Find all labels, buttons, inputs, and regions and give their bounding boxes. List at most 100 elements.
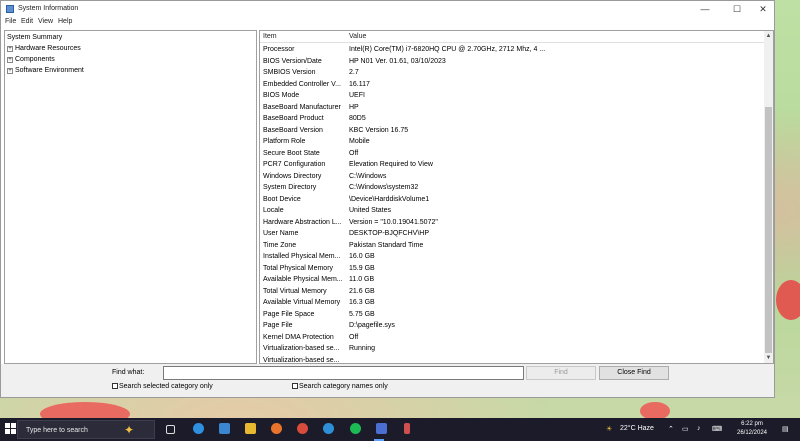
row-value: Pakistan Standard Time — [349, 241, 424, 249]
tree-item-hardware-resources[interactable]: + Hardware Resources — [7, 43, 81, 54]
close-button[interactable]: ✕ — [749, 3, 777, 15]
list-row[interactable]: Available Virtual Memory 16.3 GB — [260, 297, 765, 309]
search-highlight-icon[interactable]: ✦ — [124, 423, 134, 437]
file-explorer-icon[interactable] — [245, 423, 256, 434]
row-item: Hardware Abstraction L... — [263, 218, 342, 226]
tree-item-label: System Summary — [7, 34, 63, 41]
column-header-item[interactable]: Item — [263, 33, 277, 40]
vertical-scrollbar[interactable]: ▲ ▼ — [764, 31, 773, 363]
taskbar-search-box[interactable]: Type here to search ✦ — [17, 420, 155, 439]
tree-item-label: Software Environment — [15, 67, 84, 74]
system-information-taskbar-icon[interactable] — [376, 423, 387, 434]
row-item: Embedded Controller V... — [263, 80, 341, 88]
checkbox-box[interactable] — [112, 383, 118, 389]
row-item: Total Physical Memory — [263, 264, 334, 272]
scroll-up-icon[interactable]: ▲ — [764, 31, 773, 41]
maximize-button[interactable]: ☐ — [723, 3, 751, 15]
list-row[interactable]: Windows Directory C:\Windows — [260, 171, 765, 183]
row-value: \Device\HarddiskVolume1 — [349, 195, 430, 203]
scrollbar-thumb[interactable] — [765, 107, 772, 353]
list-row[interactable]: Available Physical Mem... 11.0 GB — [260, 274, 765, 286]
tree-item-system-summary[interactable]: System Summary — [7, 32, 62, 43]
list-row[interactable]: Locale United States — [260, 205, 765, 217]
list-row[interactable]: Time Zone Pakistan Standard Time — [260, 240, 765, 252]
list-row[interactable]: Page File Space 5.75 GB — [260, 309, 765, 321]
checkbox-box[interactable] — [292, 383, 298, 389]
expand-icon[interactable]: + — [7, 68, 13, 74]
list-row[interactable]: Embedded Controller V... 16.117 — [260, 79, 765, 91]
row-value: United States — [349, 207, 392, 214]
notifications-icon[interactable]: ▤ — [782, 425, 789, 433]
list-row[interactable]: Total Virtual Memory 21.6 GB — [260, 286, 765, 298]
list-row[interactable]: BIOS Version/Date HP N01 Ver. 01.61, 03/1… — [260, 56, 765, 68]
pinned-app-icon[interactable] — [404, 423, 410, 434]
category-tree[interactable]: System Summary + Hardware Resources + Comp… — [4, 30, 257, 364]
firefox-icon[interactable] — [271, 423, 282, 434]
menu-file[interactable]: File — [5, 18, 16, 25]
network-icon[interactable]: ▭ — [682, 425, 689, 433]
list-row[interactable]: System Directory C:\Windows\system32 — [260, 182, 765, 194]
list-row[interactable]: Virtualization-based se... — [260, 355, 765, 364]
expand-icon[interactable]: + — [7, 46, 13, 52]
taskbar-clock[interactable]: 6:22 pm 26/12/2024 — [732, 420, 772, 438]
close-find-button[interactable]: Close Find — [599, 366, 669, 380]
system-information-window: System Information — ☐ ✕ File Edit View … — [0, 0, 775, 398]
checkbox-label: Search selected category only — [119, 383, 213, 390]
row-value: C:\Windows — [349, 172, 387, 180]
list-row[interactable]: Secure Boot State Off — [260, 148, 765, 160]
edge-icon[interactable] — [193, 423, 204, 434]
mail-icon[interactable] — [219, 423, 230, 434]
weather-icon[interactable]: ☀ — [606, 425, 612, 433]
language-icon[interactable]: ⌨ — [712, 425, 722, 433]
store-icon[interactable] — [323, 423, 334, 434]
list-row[interactable]: User Name DESKTOP-BJQFCHV\HP — [260, 228, 765, 240]
tree-item-label: Components — [15, 56, 55, 63]
menu-help[interactable]: Help — [58, 18, 72, 25]
list-row[interactable]: Hardware Abstraction L... Version = "10.0… — [260, 217, 765, 229]
list-row[interactable]: Installed Physical Mem... 16.0 GB — [260, 251, 765, 263]
volume-icon[interactable]: ♪ — [697, 425, 701, 432]
minimize-button[interactable]: — — [691, 3, 719, 15]
list-row[interactable]: Total Physical Memory 15.9 GB — [260, 263, 765, 275]
list-row[interactable]: BaseBoard Version KBC Version 16.75 — [260, 125, 765, 137]
row-value: UEFI — [349, 92, 365, 99]
windows-start-icon[interactable] — [5, 423, 17, 435]
list-row[interactable]: Processor Intel(R) Core(TM) i7-6820HQ CPU… — [260, 44, 765, 56]
find-bar: Find what: Find Close Find Search select… — [1, 364, 774, 397]
list-row[interactable]: Boot Device \Device\HarddiskVolume1 — [260, 194, 765, 206]
row-item: Platform Role — [263, 138, 306, 145]
list-row[interactable]: Platform Role Mobile — [260, 136, 765, 148]
list-row[interactable]: Page File D:\pagefile.sys — [260, 320, 765, 332]
list-row[interactable]: SMBIOS Version 2.7 — [260, 67, 765, 79]
search-category-names-checkbox[interactable]: Search category names only — [292, 383, 388, 390]
list-row[interactable]: BIOS Mode UEFI — [260, 90, 765, 102]
row-value: Mobile — [349, 138, 370, 145]
search-selected-category-checkbox[interactable]: Search selected category only — [112, 383, 213, 390]
menu-view[interactable]: View — [38, 18, 53, 25]
menu-edit[interactable]: Edit — [21, 18, 33, 25]
find-input[interactable] — [163, 366, 524, 380]
spotify-icon[interactable] — [350, 423, 361, 434]
row-item: Locale — [263, 207, 284, 214]
list-row[interactable]: BaseBoard Manufacturer HP — [260, 102, 765, 114]
list-row[interactable]: BaseBoard Product 80D5 — [260, 113, 765, 125]
chrome-icon[interactable] — [297, 423, 308, 434]
column-header-value[interactable]: Value — [349, 33, 366, 40]
tree-item-software-environment[interactable]: + Software Environment — [7, 65, 84, 76]
list-row[interactable]: PCR7 Configuration Elevation Required to … — [260, 159, 765, 171]
weather-text[interactable]: 22°C Haze — [620, 425, 654, 432]
scroll-down-icon[interactable]: ▼ — [764, 353, 773, 363]
details-list[interactable]: Item Value Processor Intel(R) Core(TM) i7… — [259, 30, 774, 364]
row-value: HP — [349, 103, 359, 111]
show-hidden-icons-icon[interactable]: ⌃ — [668, 425, 674, 433]
task-view-icon[interactable] — [166, 425, 175, 434]
list-rows: Processor Intel(R) Core(TM) i7-6820HQ CPU… — [260, 44, 765, 364]
expand-icon[interactable]: + — [7, 57, 13, 63]
tree-item-components[interactable]: + Components — [7, 54, 55, 65]
row-value: 15.9 GB — [349, 264, 375, 272]
list-row[interactable]: Kernel DMA Protection Off — [260, 332, 765, 344]
title-bar[interactable]: System Information — ☐ ✕ — [1, 1, 774, 17]
clock-time: 6:22 pm — [741, 421, 763, 427]
list-row[interactable]: Virtualization-based se... Running — [260, 343, 765, 355]
find-button[interactable]: Find — [526, 366, 596, 380]
